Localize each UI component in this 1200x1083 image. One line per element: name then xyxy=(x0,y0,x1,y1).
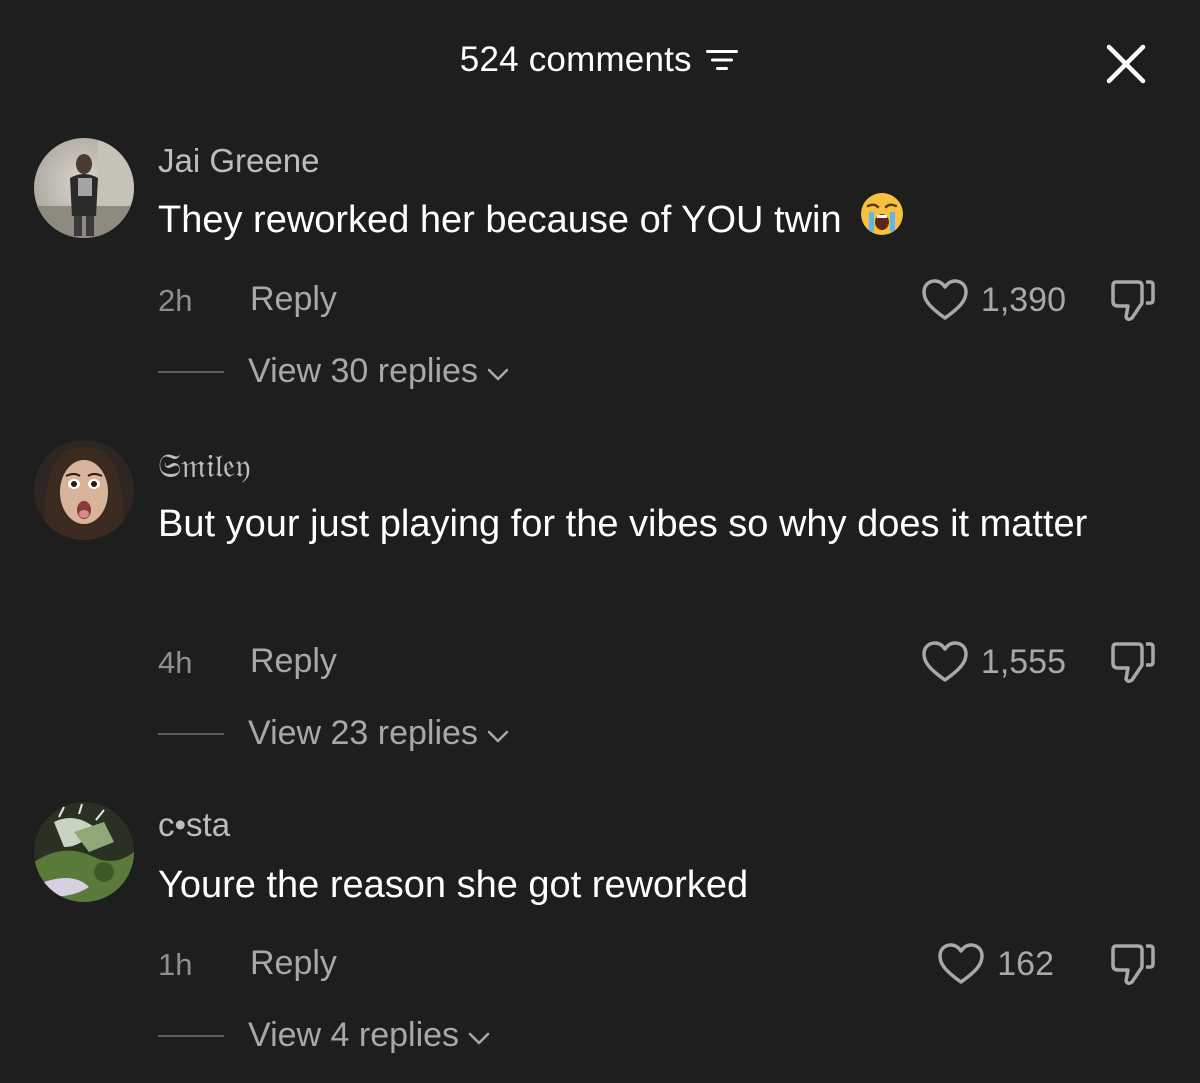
sort-lines-icon[interactable] xyxy=(704,45,740,75)
view-replies-label: View 30 replies xyxy=(248,352,478,390)
comment-text-content: They reworked her because of YOU twin xyxy=(158,199,842,241)
replies-divider xyxy=(158,733,224,735)
replies-divider xyxy=(158,1035,224,1037)
header-title-group[interactable]: 524 comments xyxy=(0,40,1200,84)
replies-divider xyxy=(158,371,224,373)
comment-text: Youre the reason she got reworked xyxy=(158,864,749,906)
chevron-down-icon xyxy=(487,730,509,742)
like-count: 1,555 xyxy=(980,642,1066,681)
comments-count-title: 524 comments xyxy=(459,40,692,79)
loudly-crying-face-icon xyxy=(861,193,904,235)
comment-text: They reworked her because of YOU twin xyxy=(158,190,1148,250)
close-icon[interactable] xyxy=(1100,38,1152,90)
heart-icon xyxy=(938,943,985,984)
avatar[interactable] xyxy=(34,138,134,238)
reply-button[interactable]: Reply xyxy=(250,280,337,319)
reply-button[interactable]: Reply xyxy=(250,944,337,983)
dislike-icon[interactable] xyxy=(1108,940,1158,988)
like-button[interactable]: 1,555 xyxy=(921,640,1066,684)
like-count: 162 xyxy=(997,944,1054,983)
view-replies-label: View 23 replies xyxy=(248,714,478,752)
comment-timestamp: 2h xyxy=(158,283,193,318)
comment-username[interactable]: Jai Greene xyxy=(158,142,319,180)
chevron-down-icon xyxy=(487,368,509,380)
comment-username[interactable]: 𝔖𝔪𝔦𝔩𝔢𝔶 xyxy=(158,446,251,486)
like-count: 1,390 xyxy=(980,280,1066,319)
comments-panel: 524 comments Jai Greene They reworked he… xyxy=(0,0,1200,1083)
comment-username[interactable]: c•sta xyxy=(158,806,230,844)
view-replies-button[interactable]: View 23 replies xyxy=(248,714,510,753)
dislike-icon[interactable] xyxy=(1108,276,1158,324)
comment-timestamp: 1h xyxy=(158,947,193,982)
like-button[interactable]: 1,390 xyxy=(921,278,1066,322)
view-replies-label: View 4 replies xyxy=(248,1016,460,1054)
heart-icon xyxy=(922,279,968,320)
heart-icon xyxy=(922,641,968,682)
avatar[interactable] xyxy=(34,440,134,540)
like-button[interactable]: 162 xyxy=(937,942,1054,986)
comment-text: But your just playing for the vibes so w… xyxy=(158,503,1088,545)
avatar[interactable] xyxy=(34,802,134,902)
chevron-down-icon xyxy=(468,1032,490,1044)
comments-header: 524 comments xyxy=(0,0,1200,120)
dislike-icon[interactable] xyxy=(1108,638,1158,686)
reply-button[interactable]: Reply xyxy=(250,642,337,681)
view-replies-button[interactable]: View 30 replies xyxy=(248,352,510,391)
comment-timestamp: 4h xyxy=(158,645,193,680)
view-replies-button[interactable]: View 4 replies xyxy=(248,1016,491,1055)
